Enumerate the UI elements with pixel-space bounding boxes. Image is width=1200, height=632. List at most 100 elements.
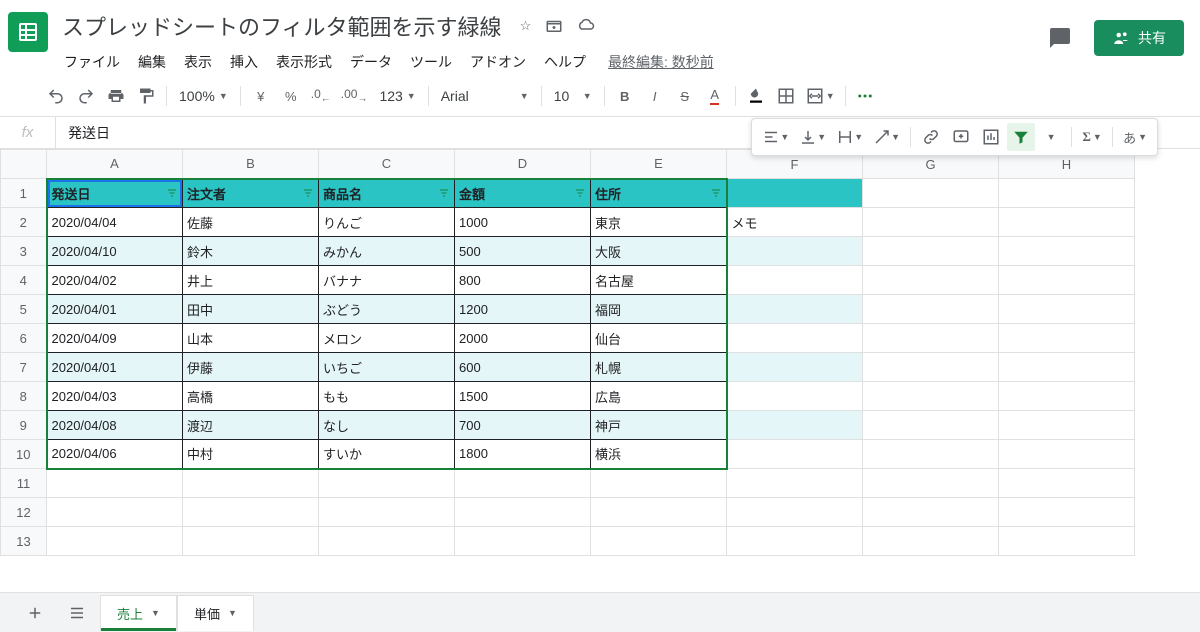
menu-addons[interactable]: アドオン (462, 48, 534, 76)
cell[interactable] (727, 411, 863, 440)
more-toolbar-button[interactable] (852, 83, 878, 109)
cell[interactable]: みかん (319, 237, 455, 266)
cell[interactable] (863, 237, 999, 266)
cell[interactable]: 伊藤 (183, 353, 319, 382)
cell[interactable] (863, 469, 999, 498)
cell[interactable]: いちご (319, 353, 455, 382)
menu-edit[interactable]: 編集 (130, 48, 174, 76)
menu-data[interactable]: データ (342, 48, 400, 76)
chart-button[interactable] (977, 123, 1005, 151)
cell[interactable] (863, 498, 999, 527)
menu-format[interactable]: 表示形式 (268, 48, 340, 76)
cell[interactable]: メロン (319, 324, 455, 353)
cell[interactable] (727, 237, 863, 266)
row-header[interactable]: 10 (1, 440, 47, 469)
cell[interactable]: 渡辺 (183, 411, 319, 440)
cell[interactable] (999, 324, 1135, 353)
percent-button[interactable]: % (277, 82, 305, 110)
cell[interactable] (727, 324, 863, 353)
row-header[interactable]: 8 (1, 382, 47, 411)
cell[interactable] (999, 411, 1135, 440)
cell[interactable] (183, 498, 319, 527)
row-header[interactable]: 12 (1, 498, 47, 527)
cell[interactable]: りんご (319, 208, 455, 237)
cell[interactable]: 横浜 (591, 440, 727, 469)
cell[interactable] (863, 527, 999, 556)
font-select[interactable]: Arial▼ (435, 88, 535, 104)
cell[interactable] (47, 469, 183, 498)
text-color-button[interactable]: A (701, 82, 729, 110)
cell[interactable]: メモ (727, 208, 863, 237)
cell[interactable]: 2020/04/08 (47, 411, 183, 440)
cell[interactable]: 神戸 (591, 411, 727, 440)
col-header-C[interactable]: C (319, 150, 455, 179)
cell[interactable] (863, 324, 999, 353)
cell[interactable]: なし (319, 411, 455, 440)
filter-dropdown[interactable]: ▼ (1037, 123, 1065, 151)
cell[interactable] (999, 469, 1135, 498)
cell[interactable] (727, 498, 863, 527)
functions-button[interactable]: Σ▼ (1078, 123, 1106, 151)
strikethrough-button[interactable]: S (671, 82, 699, 110)
row-header[interactable]: 13 (1, 527, 47, 556)
cell[interactable]: 500 (455, 237, 591, 266)
cell[interactable] (863, 266, 999, 295)
cell[interactable] (591, 498, 727, 527)
link-button[interactable] (917, 123, 945, 151)
cell[interactable]: 1800 (455, 440, 591, 469)
cell[interactable] (999, 208, 1135, 237)
cell[interactable] (47, 498, 183, 527)
sheet-tab[interactable]: 単価▼ (177, 595, 254, 631)
row-header[interactable]: 11 (1, 469, 47, 498)
paint-format-button[interactable] (132, 82, 160, 110)
cell[interactable]: 2020/04/01 (47, 295, 183, 324)
cell[interactable]: もも (319, 382, 455, 411)
cell[interactable]: 名古屋 (591, 266, 727, 295)
row-header[interactable]: 9 (1, 411, 47, 440)
cell[interactable] (727, 266, 863, 295)
cell[interactable]: すいか (319, 440, 455, 469)
cell[interactable]: 2000 (455, 324, 591, 353)
merge-button[interactable]: ▼ (802, 82, 839, 110)
filter-button[interactable] (1007, 123, 1035, 151)
cell[interactable]: 仙台 (591, 324, 727, 353)
app-logo[interactable] (8, 12, 48, 52)
header-cell[interactable]: 注文者 (183, 179, 319, 208)
col-header-D[interactable]: D (455, 150, 591, 179)
comments-button[interactable] (1042, 20, 1078, 56)
menu-view[interactable]: 表示 (176, 48, 220, 76)
cell[interactable] (319, 527, 455, 556)
cell[interactable]: 1200 (455, 295, 591, 324)
row-header[interactable]: 3 (1, 237, 47, 266)
cell[interactable]: 中村 (183, 440, 319, 469)
cell[interactable]: 600 (455, 353, 591, 382)
cell[interactable] (727, 179, 863, 208)
row-header[interactable]: 4 (1, 266, 47, 295)
cell[interactable]: 2020/04/01 (47, 353, 183, 382)
menu-help[interactable]: ヘルプ (536, 48, 594, 76)
filter-icon[interactable] (438, 187, 450, 199)
cell[interactable] (591, 527, 727, 556)
cell[interactable] (183, 527, 319, 556)
cell[interactable]: ぶどう (319, 295, 455, 324)
header-cell[interactable]: 住所 (591, 179, 727, 208)
sheet-grid[interactable]: A B C D E F G H 1発送日注文者商品名金額住所22020/04/0… (0, 149, 1200, 556)
sheet-tab[interactable]: 売上▼ (100, 595, 177, 631)
row-header[interactable]: 6 (1, 324, 47, 353)
cell[interactable] (47, 527, 183, 556)
cell[interactable] (863, 208, 999, 237)
share-button[interactable]: 共有 (1094, 20, 1184, 56)
cell[interactable]: バナナ (319, 266, 455, 295)
row-header[interactable]: 5 (1, 295, 47, 324)
rotate-button[interactable]: ▼ (869, 123, 904, 151)
last-edit-link[interactable]: 最終編集: 数秒前 (608, 52, 714, 72)
italic-button[interactable]: I (641, 82, 669, 110)
col-header-A[interactable]: A (47, 150, 183, 179)
move-icon[interactable] (545, 17, 563, 35)
row-header[interactable]: 2 (1, 208, 47, 237)
cell[interactable]: 井上 (183, 266, 319, 295)
align-h-button[interactable]: ▼ (758, 123, 793, 151)
cell[interactable]: 700 (455, 411, 591, 440)
document-title[interactable]: スプレッドシートのフィルタ範囲を示す緑線 (56, 8, 508, 44)
col-header-E[interactable]: E (591, 150, 727, 179)
